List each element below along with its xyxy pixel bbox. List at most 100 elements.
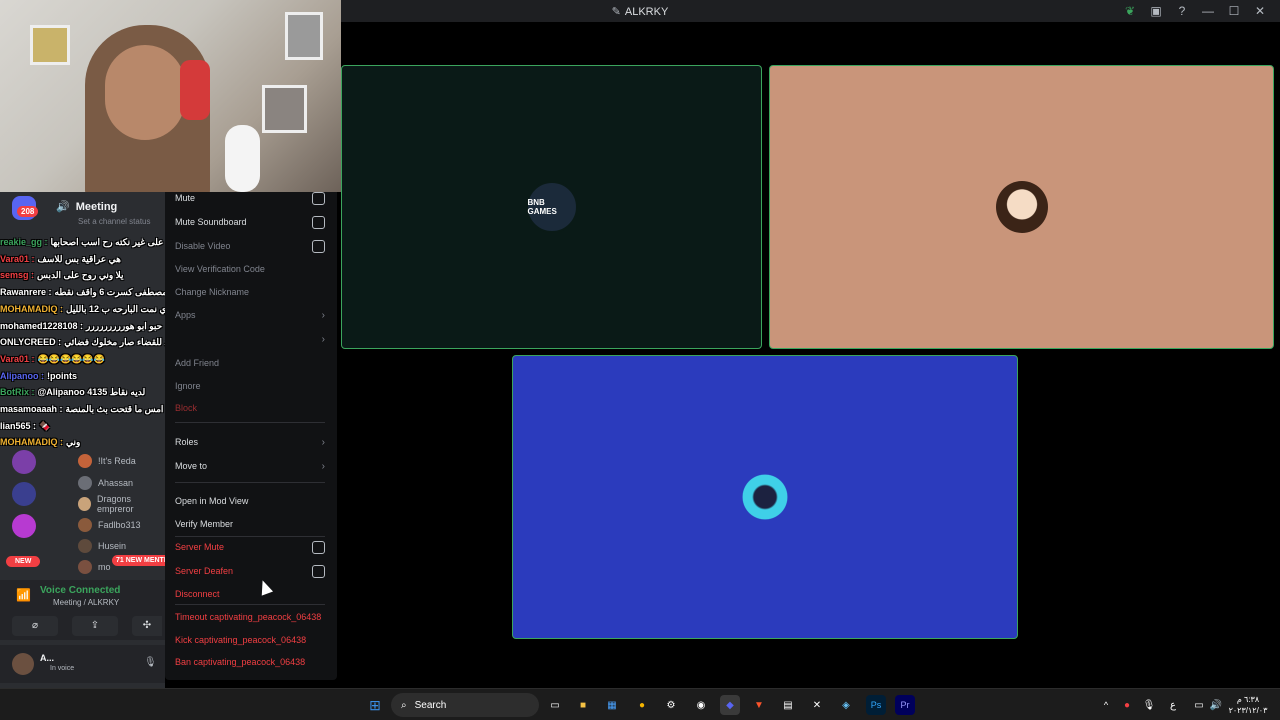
menu-item-block[interactable]: Block xyxy=(175,399,325,417)
menu-item-verify-member[interactable]: Verify Member xyxy=(175,515,325,533)
microphone-icon[interactable]: 🎙 xyxy=(1139,695,1159,715)
menu-item-disable-video[interactable]: Disable Video xyxy=(175,237,325,255)
server-icon[interactable] xyxy=(12,514,36,538)
minimize-icon[interactable]: — xyxy=(1200,3,1216,19)
search-icon: ⌕ xyxy=(401,699,407,711)
windows-start-icon[interactable]: ⊞ xyxy=(365,695,385,715)
chevron-right-icon: › xyxy=(321,460,325,472)
microphone-icon[interactable]: 🎙 xyxy=(144,657,157,668)
participant-tile-1[interactable]: BNB GAMES xyxy=(341,65,762,349)
menu-item-move-to[interactable]: Move to › xyxy=(175,457,325,475)
windows-taskbar: ⊞ ⌕ Search ▭ ■ ▦ ● ⚙ ◉ ◆ ▼ ▤ ✕ ◈ Ps Pr ^ … xyxy=(0,688,1280,720)
member-row[interactable]: Ahassan xyxy=(78,474,133,492)
menu-item-server-deafen[interactable]: Server Deafen xyxy=(175,562,325,580)
menu-item-submenu[interactable]: › xyxy=(175,330,325,348)
activities-button[interactable]: ✣ xyxy=(132,616,162,636)
participant-tile-3[interactable] xyxy=(512,355,1018,639)
participant-avatar xyxy=(995,181,1048,233)
steam-icon[interactable]: ◉ xyxy=(691,695,711,715)
store-icon[interactable]: ▦ xyxy=(602,695,622,715)
voice-channel-link[interactable]: Meeting / ALKRKY xyxy=(53,598,119,607)
taskbar-search[interactable]: ⌕ Search xyxy=(391,693,539,717)
new-mentions-pill[interactable]: 71 NEW MENTIONS xyxy=(112,555,165,566)
participant-tile-2[interactable] xyxy=(769,65,1274,349)
streamer-webcam xyxy=(0,0,341,192)
signal-icon: 📶 xyxy=(16,588,31,602)
menu-separator xyxy=(175,422,325,423)
premiere-icon[interactable]: Pr xyxy=(895,695,915,715)
checkbox[interactable] xyxy=(312,191,325,205)
participant-avatar xyxy=(739,471,791,523)
menu-item-disconnect[interactable]: Disconnect xyxy=(175,585,325,603)
photoshop-icon[interactable]: Ps xyxy=(866,695,886,715)
checkbox[interactable] xyxy=(312,540,325,554)
app-icon[interactable]: ✕ xyxy=(807,695,827,715)
discord-icon: ✎ xyxy=(611,6,621,18)
mention-badge: 208 xyxy=(17,206,39,217)
menu-item-open-in-mod-view[interactable]: Open in Mod View xyxy=(175,492,325,510)
steam-client-icon[interactable]: ◈ xyxy=(836,695,856,715)
channel-status-placeholder[interactable]: Set a channel status xyxy=(78,217,151,226)
chrome-icon[interactable]: ● xyxy=(632,695,652,715)
close-icon[interactable]: ✕ xyxy=(1252,3,1268,19)
menu-item-roles[interactable]: Roles › xyxy=(175,433,325,451)
channel-name: Meeting xyxy=(75,200,118,213)
username: A... xyxy=(40,653,55,663)
discord-icon[interactable]: ◆ xyxy=(720,695,740,715)
volume-icon[interactable]: 🔊 xyxy=(1206,695,1226,715)
menu-item-mute-soundboard[interactable]: Mute Soundboard xyxy=(175,213,325,231)
menu-item-server-mute[interactable]: Server Mute xyxy=(175,538,325,556)
menu-item-add-friend[interactable]: Add Friend xyxy=(175,354,325,372)
menu-item-ignore[interactable]: Ignore xyxy=(175,377,325,395)
menu-item-kick[interactable]: Kick captivating_peacock_06438 xyxy=(175,631,325,649)
screen-share-button[interactable]: ⇪ xyxy=(72,616,118,636)
chevron-right-icon: › xyxy=(321,333,325,345)
chevron-right-icon: › xyxy=(321,309,325,321)
menu-separator xyxy=(175,604,325,605)
menu-item-ban[interactable]: Ban captivating_peacock_06438 xyxy=(175,653,325,671)
voice-channel-row[interactable]: 🔊 Meeting xyxy=(56,200,118,214)
chevron-right-icon: › xyxy=(321,436,325,448)
avatar xyxy=(78,560,92,574)
checkbox[interactable] xyxy=(312,239,325,253)
speaker-icon: 🔊 xyxy=(56,201,70,213)
menu-item-change-nickname[interactable]: Change Nickname xyxy=(175,283,325,301)
member-row[interactable]: Dragons empreror xyxy=(78,494,165,514)
avatar xyxy=(78,476,92,490)
chevron-up-icon[interactable]: ^ xyxy=(1096,695,1116,715)
menu-separator xyxy=(175,536,325,537)
file-explorer-icon[interactable]: ■ xyxy=(573,695,593,715)
member-row[interactable]: mo xyxy=(78,558,111,576)
checkbox[interactable] xyxy=(312,215,325,229)
clock[interactable]: ٦:٣٨ م ٢٠٢٣/١٢/٠٣ xyxy=(1226,694,1270,716)
help-icon[interactable]: ? xyxy=(1174,3,1190,19)
new-badge[interactable]: NEW xyxy=(6,556,41,567)
brave-icon[interactable]: ▼ xyxy=(749,695,769,715)
avatar[interactable] xyxy=(12,653,34,675)
window-title: ALKRKY xyxy=(624,6,669,18)
task-view-icon[interactable]: ▭ xyxy=(545,695,565,715)
checkbox[interactable] xyxy=(312,564,325,578)
avatar xyxy=(78,454,92,468)
camera-off-button[interactable]: ⌀ xyxy=(12,616,58,636)
tray-icon[interactable]: ● xyxy=(1117,695,1137,715)
member-row[interactable]: !It's Reda xyxy=(78,452,136,470)
voice-connection-panel: 📶 Voice Connected Meeting / ALKRKY ⌀ ⇪ ✣ xyxy=(0,580,165,640)
user-status: In voice xyxy=(50,665,75,672)
menu-item-apps[interactable]: Apps › xyxy=(175,306,325,324)
inbox-icon[interactable]: ▣ xyxy=(1148,3,1164,19)
leaf-icon[interactable]: ❦ xyxy=(1122,3,1138,19)
menu-item-view-verification-code[interactable]: View Verification Code xyxy=(175,260,325,278)
server-icon[interactable] xyxy=(12,482,36,506)
language-indicator[interactable]: ع xyxy=(1163,695,1183,715)
member-row[interactable]: Fadlbo313 xyxy=(78,516,141,534)
maximize-icon[interactable]: ☐ xyxy=(1226,3,1242,19)
app-icon[interactable]: ▤ xyxy=(778,695,798,715)
menu-item-mute[interactable]: Mute xyxy=(175,189,325,207)
app-icon[interactable]: ⚙ xyxy=(661,695,681,715)
member-row[interactable]: Husein xyxy=(78,537,126,555)
server-icon[interactable] xyxy=(12,450,36,474)
menu-item-timeout[interactable]: Timeout captivating_peacock_06438 xyxy=(175,608,325,626)
avatar xyxy=(78,518,92,532)
user-panel: A... In voice 🎙 xyxy=(0,645,165,683)
